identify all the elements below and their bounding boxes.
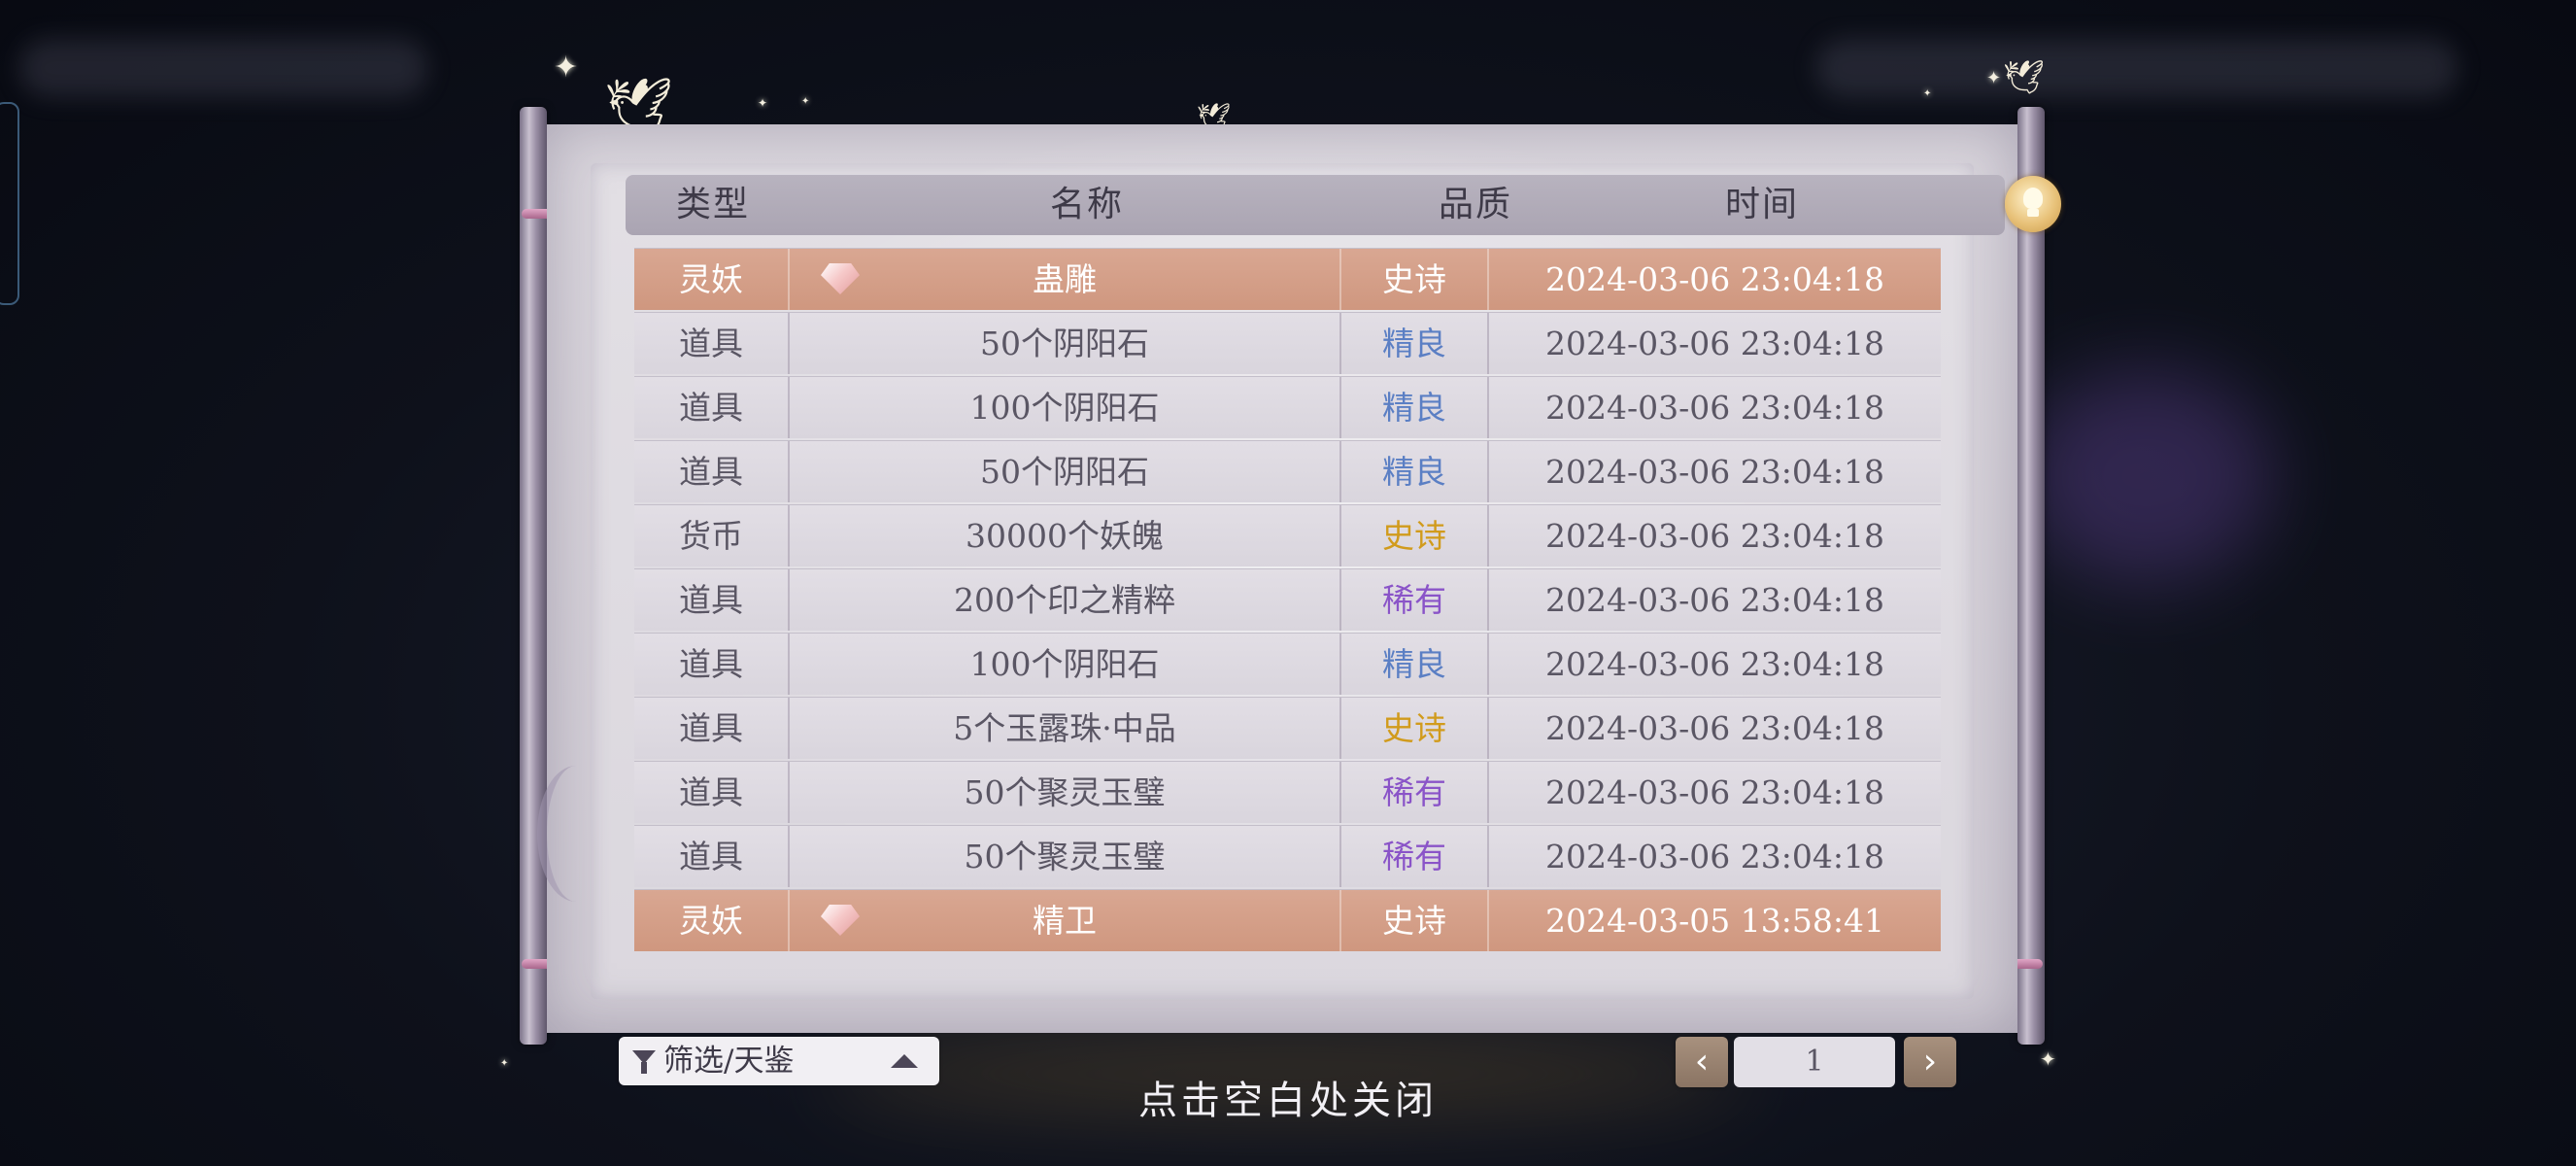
- record-table: 灵妖 蛊雕 史诗 2024-03-06 23:04:18 道具 50个阴阳石 精良 2024-…: [634, 248, 1941, 953]
- row-time: 2024-03-06 23:04:18: [1545, 453, 1884, 491]
- sparkle-icon: ✦: [554, 51, 579, 85]
- row-name: 50个聚灵玉璧: [790, 762, 1341, 823]
- table-row[interactable]: 道具 50个阴阳石 精良 2024-03-06 23:04:18: [634, 440, 1941, 502]
- row-type: 道具: [634, 634, 790, 695]
- row-type: 货币: [634, 505, 790, 566]
- table-row[interactable]: 道具 50个聚灵玉璧 稀有 2024-03-06 23:04:18: [634, 825, 1941, 887]
- row-type: 灵妖: [634, 890, 790, 951]
- side-panel-edge: [0, 102, 19, 305]
- row-time: 2024-03-06 23:04:18: [1545, 325, 1884, 362]
- row-quality: 精良: [1341, 313, 1489, 374]
- row-quality: 精良: [1341, 377, 1489, 438]
- row-time: 2024-03-06 23:04:18: [1545, 709, 1884, 747]
- row-quality: 精良: [1341, 634, 1489, 695]
- row-name: 50个阴阳石: [790, 441, 1341, 502]
- sparkle-icon: ✦: [1923, 88, 1932, 99]
- row-type: 道具: [634, 441, 790, 502]
- row-name: 100个阴阳石: [790, 377, 1341, 438]
- header-quality: 品质: [1438, 185, 1512, 224]
- sparkle-icon: ✦: [801, 96, 810, 107]
- sparkle-icon: ✦: [500, 1058, 509, 1069]
- sparkle-icon: ✦: [2040, 1047, 2056, 1071]
- row-quality: 史诗: [1341, 249, 1489, 310]
- scroll-roller-right: [2017, 107, 2045, 1045]
- row-name: 100个阴阳石: [790, 634, 1341, 695]
- row-name: 50个聚灵玉璧: [790, 826, 1341, 887]
- row-quality: 精良: [1341, 441, 1489, 502]
- record-scroll-panel: 类型 名称 品质 时间 灵妖 蛊雕 史诗 2024-03-06 23:04:18 道具 5…: [520, 107, 2061, 1087]
- moon-decoration: [537, 766, 615, 902]
- lightbulb-icon[interactable]: [2005, 176, 2061, 232]
- table-row[interactable]: 道具 50个阴阳石 精良 2024-03-06 23:04:18: [634, 312, 1941, 374]
- gem-icon: [821, 263, 860, 294]
- table-row[interactable]: 道具 5个玉露珠·中品 史诗 2024-03-06 23:04:18: [634, 697, 1941, 759]
- row-time: 2024-03-05 13:58:41: [1545, 902, 1884, 940]
- background-glow: [2020, 369, 2273, 583]
- row-name: 精卫: [790, 890, 1341, 951]
- row-name: 200个印之精粹: [790, 569, 1341, 631]
- row-time: 2024-03-06 23:04:18: [1545, 838, 1884, 875]
- background-blur-bar: [19, 39, 427, 97]
- row-type: 道具: [634, 313, 790, 374]
- table-row[interactable]: 货币 30000个妖魄 史诗 2024-03-06 23:04:18: [634, 504, 1941, 566]
- row-type: 道具: [634, 826, 790, 887]
- row-name: 蛊雕: [790, 249, 1341, 310]
- scroll-roller-left: [520, 107, 547, 1045]
- row-time: 2024-03-06 23:04:18: [1545, 260, 1884, 298]
- swallow-icon: 🕊: [2003, 58, 2046, 97]
- row-type: 道具: [634, 698, 790, 759]
- row-type: 道具: [634, 377, 790, 438]
- background-blur-bar: [1816, 39, 2457, 97]
- row-type: 灵妖: [634, 249, 790, 310]
- row-time: 2024-03-06 23:04:18: [1545, 773, 1884, 811]
- table-row[interactable]: 灵妖 精卫 史诗 2024-03-05 13:58:41: [634, 889, 1941, 951]
- sparkle-icon: ✦: [1986, 68, 2002, 88]
- gem-icon: [821, 905, 860, 936]
- table-row[interactable]: 道具 50个聚灵玉璧 稀有 2024-03-06 23:04:18: [634, 761, 1941, 823]
- row-type: 道具: [634, 762, 790, 823]
- table-row[interactable]: 灵妖 蛊雕 史诗 2024-03-06 23:04:18: [634, 248, 1941, 310]
- header-name: 名称: [1049, 185, 1124, 224]
- row-quality: 史诗: [1341, 698, 1489, 759]
- table-row[interactable]: 道具 200个印之精粹 稀有 2024-03-06 23:04:18: [634, 568, 1941, 631]
- row-time: 2024-03-06 23:04:18: [1545, 517, 1884, 555]
- header-type: 类型: [675, 185, 750, 224]
- row-quality: 史诗: [1341, 505, 1489, 566]
- table-header: 类型 名称 品质 时间: [626, 175, 2061, 235]
- row-quality: 稀有: [1341, 569, 1489, 631]
- row-time: 2024-03-06 23:04:18: [1545, 581, 1884, 619]
- row-name: 50个阴阳石: [790, 313, 1341, 374]
- triangle-up-icon: [891, 1054, 918, 1068]
- row-name: 5个玉露珠·中品: [790, 698, 1341, 759]
- close-hint-text[interactable]: 点击空白处关闭: [0, 1069, 2576, 1125]
- row-time: 2024-03-06 23:04:18: [1545, 645, 1884, 683]
- header-time: 时间: [1724, 185, 1799, 224]
- row-type: 道具: [634, 569, 790, 631]
- table-row[interactable]: 道具 100个阴阳石 精良 2024-03-06 23:04:18: [634, 633, 1941, 695]
- table-row[interactable]: 道具 100个阴阳石 精良 2024-03-06 23:04:18: [634, 376, 1941, 438]
- row-quality: 稀有: [1341, 762, 1489, 823]
- row-time: 2024-03-06 23:04:18: [1545, 389, 1884, 427]
- row-quality: 稀有: [1341, 826, 1489, 887]
- row-name: 30000个妖魄: [790, 505, 1341, 566]
- row-quality: 史诗: [1341, 890, 1489, 951]
